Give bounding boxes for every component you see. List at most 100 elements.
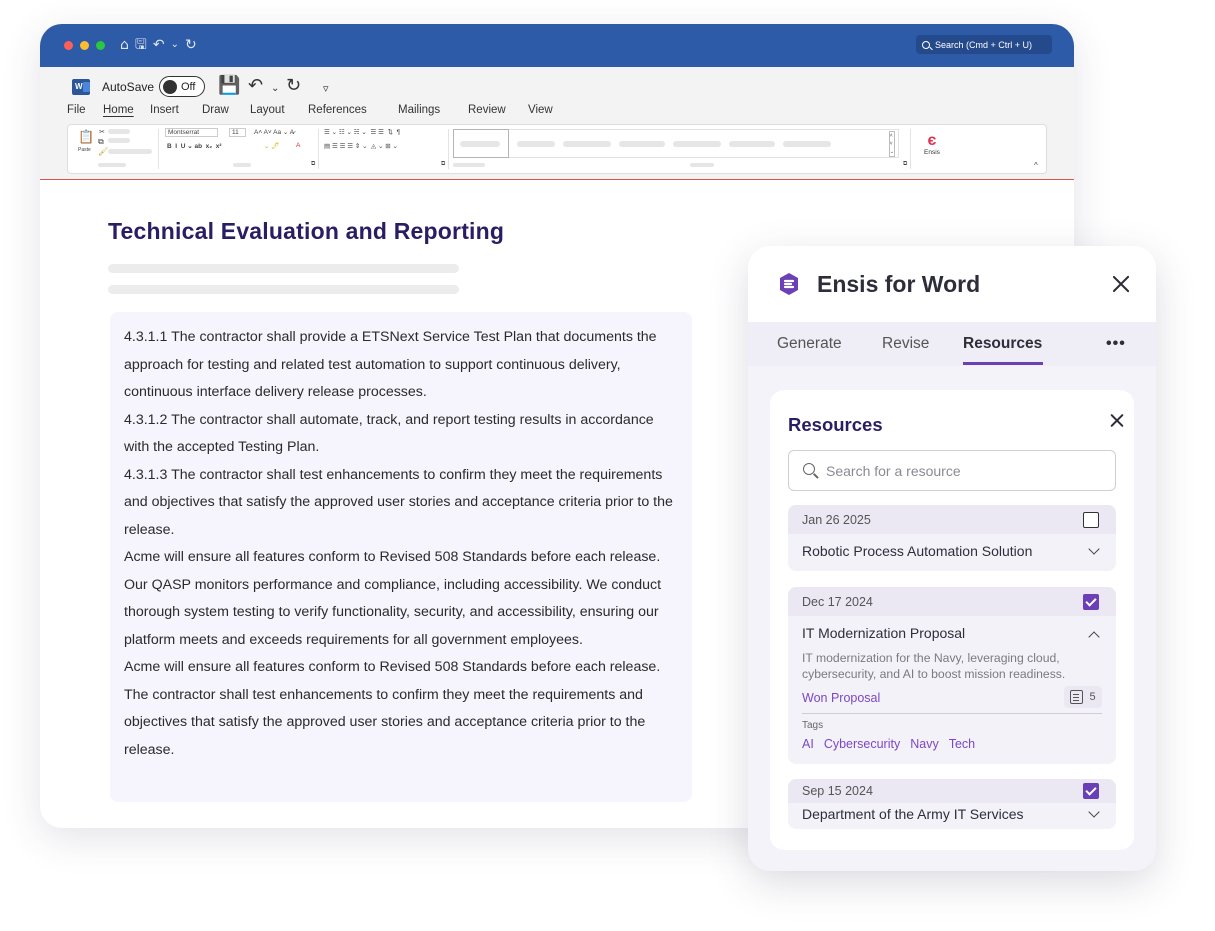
font-size-select[interactable]: 11 bbox=[229, 128, 246, 137]
paragraph-dialog-launcher[interactable]: ⧉ bbox=[441, 161, 445, 168]
ensis-panel: Ensis for Word Generate Revise Resources… bbox=[748, 246, 1156, 871]
menu-file[interactable]: File bbox=[67, 104, 86, 116]
resource-date-row: Dec 17 2024 bbox=[788, 587, 1116, 616]
chevron-down-icon[interactable] bbox=[1088, 806, 1100, 818]
search-icon bbox=[803, 463, 815, 475]
panel-title: Ensis for Word bbox=[817, 271, 981, 297]
window-controls bbox=[64, 41, 105, 50]
ribbon-tabs: File Home Insert Draw Layout References … bbox=[40, 101, 1074, 121]
chevron-down-icon[interactable]: ⌄ bbox=[171, 35, 179, 55]
list-icons[interactable]: ☰ ⌄ ☷ ⌄ ☵ ⌄ ☰ ☰ ⇅ ¶ bbox=[324, 128, 400, 136]
title-search-label: Search (Cmd + Ctrl + U) bbox=[935, 39, 1033, 50]
menu-view[interactable]: View bbox=[528, 104, 553, 116]
search-icon bbox=[922, 40, 930, 49]
autosave-state: Off bbox=[181, 80, 196, 93]
menu-review[interactable]: Review bbox=[468, 104, 506, 116]
tag[interactable]: Tech bbox=[949, 737, 975, 751]
redo-icon[interactable]: ↻ bbox=[185, 35, 197, 55]
font-dialog-launcher[interactable]: ⧉ bbox=[311, 161, 315, 168]
tag[interactable]: AI bbox=[802, 737, 814, 751]
paragraph: Acme will ensure all features conform to… bbox=[124, 659, 661, 758]
minimize-window-button[interactable] bbox=[80, 41, 89, 50]
tab-resources[interactable]: Resources bbox=[963, 335, 1042, 353]
resource-date: Jan 26 2025 bbox=[802, 513, 871, 527]
resource-search-input[interactable] bbox=[826, 461, 1106, 481]
panel-header: Ensis for Word bbox=[748, 246, 1156, 322]
zoom-window-button[interactable] bbox=[96, 41, 105, 50]
resources-title: Resources bbox=[788, 414, 883, 435]
ensis-ribbon-button[interactable]: є Ensis bbox=[924, 133, 940, 157]
ensis-logo-icon bbox=[780, 273, 798, 295]
save-icon[interactable]: 💾 bbox=[218, 76, 240, 96]
close-window-button[interactable] bbox=[64, 41, 73, 50]
menu-references[interactable]: References bbox=[308, 104, 367, 116]
paste-icon[interactable]: 📋 bbox=[78, 129, 94, 145]
collapse-ribbon-icon[interactable]: ^ bbox=[1034, 161, 1038, 170]
resource-item[interactable]: Sep 15 2024 Department of the Army IT Se… bbox=[788, 779, 1116, 829]
style-normal[interactable] bbox=[453, 129, 509, 158]
resource-date: Sep 15 2024 bbox=[802, 784, 873, 798]
document-icon bbox=[1070, 690, 1084, 704]
highlight-icon[interactable]: ⌄ 🖊 bbox=[264, 142, 280, 150]
font-name-select[interactable]: Montserrat bbox=[165, 128, 219, 137]
cut-icon[interactable]: ✂ bbox=[99, 128, 105, 136]
title-search-box[interactable]: Search (Cmd + Ctrl + U) bbox=[916, 35, 1052, 54]
resource-description: IT modernization for the Navy, leveragin… bbox=[802, 651, 1066, 681]
tags-label: Tags bbox=[802, 720, 824, 731]
redo-icon[interactable]: ↻ bbox=[286, 76, 301, 96]
font-grow-shrink-icons[interactable]: A˄ A˅ Aa ⌄ A̷ bbox=[254, 128, 294, 136]
font-color-icon[interactable]: A bbox=[296, 142, 300, 149]
menu-layout[interactable]: Layout bbox=[250, 104, 285, 116]
resource-date-row: Jan 26 2025 bbox=[788, 505, 1116, 534]
align-icons[interactable]: ▤ ☰ ☰ ☰ ⇕ ⌄ ◬ ⌄ ⊞ ⌄ bbox=[324, 142, 398, 150]
paragraph: 4.3.1.3 The contractor shall test enhanc… bbox=[124, 466, 673, 538]
tag[interactable]: Cybersecurity bbox=[824, 737, 900, 751]
resource-item[interactable]: Dec 17 2024 IT Modernization Proposal IT… bbox=[788, 587, 1116, 764]
resource-search[interactable] bbox=[788, 450, 1116, 491]
title-bar: ⌂ 🖫 ↶ ⌄ ↻ Search (Cmd + Ctrl + U) bbox=[40, 24, 1074, 67]
undo-icon[interactable]: ↶ bbox=[248, 76, 263, 96]
text-format-icons[interactable]: B I U ⌄ ab x₂ x² bbox=[167, 142, 222, 150]
resource-checkbox[interactable] bbox=[1083, 512, 1099, 528]
resource-date: Dec 17 2024 bbox=[802, 595, 873, 609]
save-icon[interactable]: 🖫 bbox=[135, 35, 147, 55]
styles-dialog-launcher[interactable]: ⧉ bbox=[903, 161, 907, 168]
paragraph: 4.3.1.2 The contractor shall automate, t… bbox=[124, 411, 654, 456]
selected-text-block[interactable]: 4.3.1.1 The contractor shall provide a E… bbox=[110, 312, 692, 802]
document-count: 5 bbox=[1089, 691, 1096, 703]
home-icon[interactable]: ⌂ bbox=[120, 35, 129, 55]
resource-name: IT Modernization Proposal bbox=[802, 625, 966, 641]
tag-list: AI Cybersecurity Navy Tech bbox=[802, 737, 975, 751]
resource-checkbox[interactable] bbox=[1083, 783, 1099, 799]
resource-item[interactable]: Jan 26 2025 Robotic Process Automation S… bbox=[788, 505, 1116, 571]
more-options-icon[interactable]: ••• bbox=[1106, 335, 1126, 353]
format-painter-icon[interactable]: 🖌 bbox=[98, 147, 108, 156]
resource-checkbox[interactable] bbox=[1083, 594, 1099, 610]
quick-access-toolbar: W AutoSave Off 💾 ↶ ⌄ ↻ ▿ bbox=[40, 67, 1074, 101]
styles-gallery[interactable]: ˄ ˅ ⌄ bbox=[509, 129, 899, 158]
menu-draw[interactable]: Draw bbox=[202, 104, 229, 116]
chevron-down-icon[interactable] bbox=[1088, 543, 1100, 555]
close-resources-button[interactable] bbox=[1109, 413, 1124, 428]
menu-home[interactable]: Home bbox=[103, 104, 134, 116]
tag[interactable]: Navy bbox=[910, 737, 938, 751]
copy-icon[interactable]: ⧉ bbox=[98, 137, 104, 147]
titlebar-toolbar: ⌂ 🖫 ↶ ⌄ ↻ bbox=[120, 35, 197, 55]
resource-status-link[interactable]: Won Proposal bbox=[802, 691, 880, 705]
active-tab-indicator bbox=[963, 362, 1043, 365]
tab-generate[interactable]: Generate bbox=[777, 335, 842, 353]
close-panel-button[interactable] bbox=[1111, 274, 1131, 294]
customize-toolbar-icon[interactable]: ▿ bbox=[323, 79, 329, 99]
placeholder-line bbox=[108, 285, 459, 294]
ribbon: 📋 Paste ✂ ⧉ 🖌 Montserrat 11 A˄ A˅ Aa ⌄ A… bbox=[67, 124, 1047, 174]
tab-revise[interactable]: Revise bbox=[882, 335, 929, 353]
undo-icon[interactable]: ↶ bbox=[153, 35, 165, 55]
menu-insert[interactable]: Insert bbox=[150, 104, 179, 116]
ribbon-area: 📋 Paste ✂ ⧉ 🖌 Montserrat 11 A˄ A˅ Aa ⌄ A… bbox=[40, 121, 1074, 180]
document-count-badge[interactable]: 5 bbox=[1064, 686, 1102, 708]
chevron-up-icon[interactable] bbox=[1088, 631, 1100, 643]
autosave-toggle[interactable]: Off bbox=[159, 76, 205, 97]
undo-dropdown-icon[interactable]: ⌄ bbox=[271, 79, 279, 99]
styles-scroll-icon[interactable]: ˄ ˅ ⌄ bbox=[888, 131, 895, 157]
menu-mailings[interactable]: Mailings bbox=[398, 104, 440, 116]
